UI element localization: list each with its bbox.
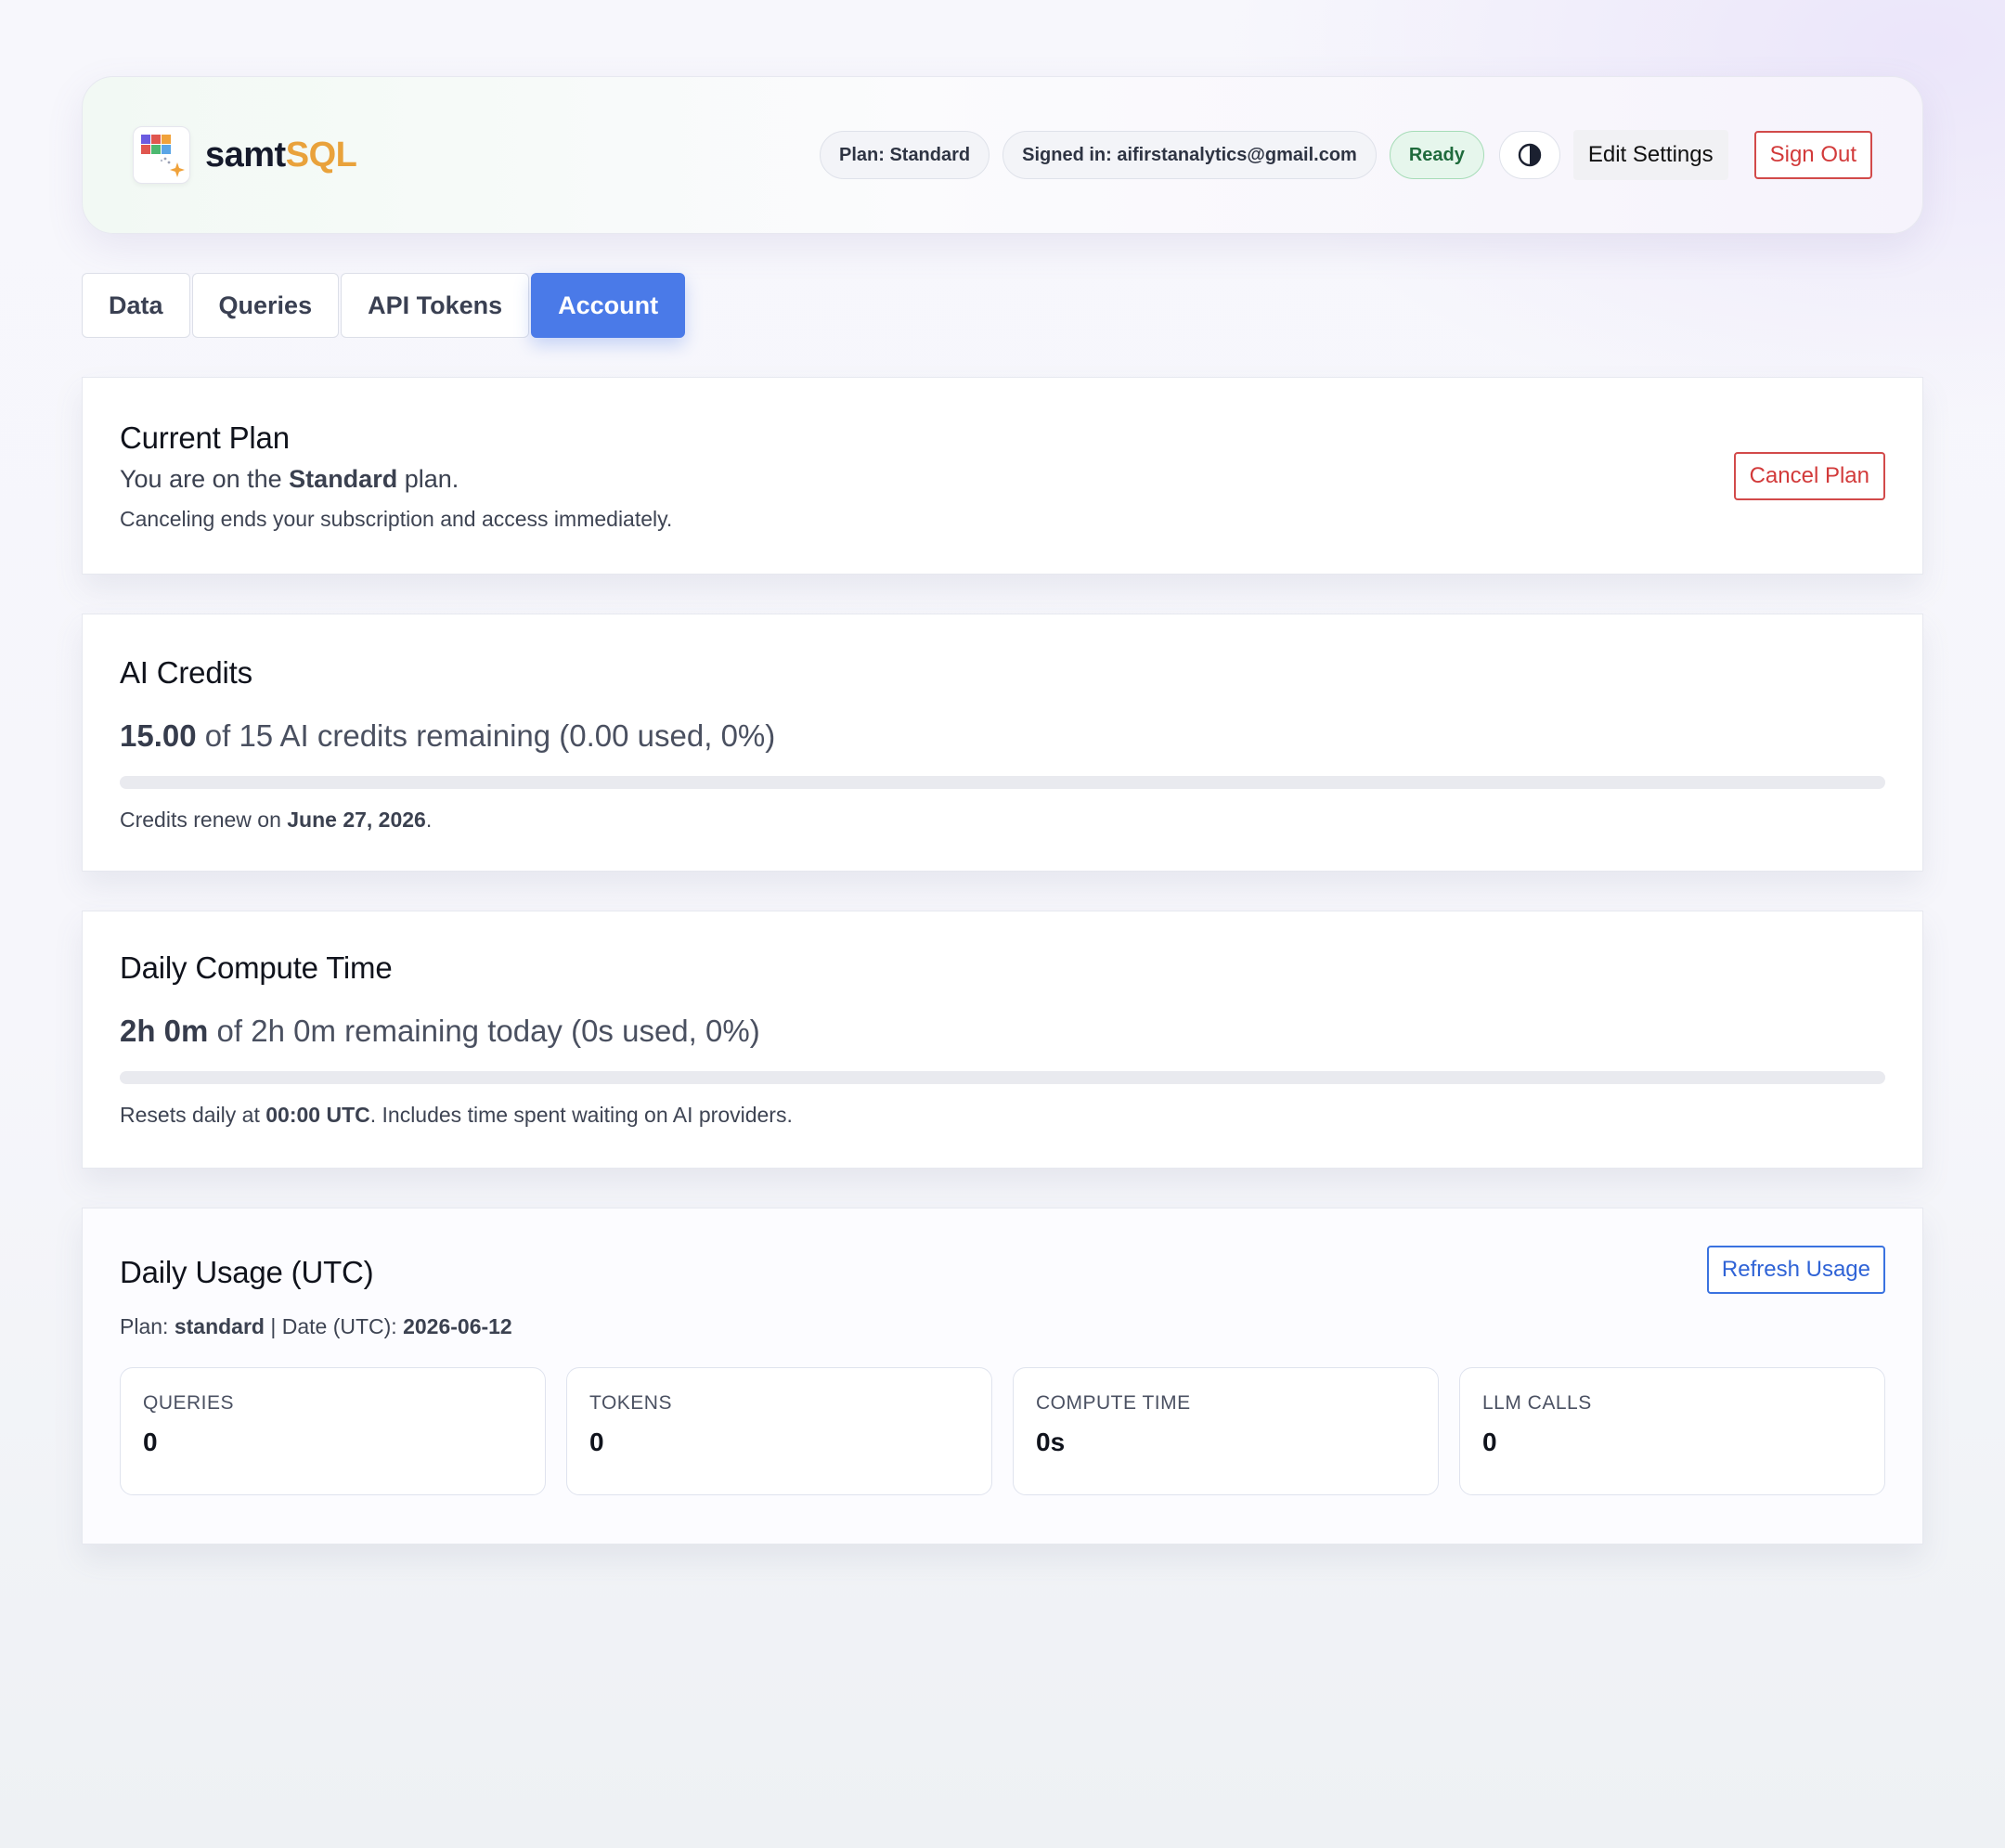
ai-credits-card: AI Credits 15.00 of 15 AI credits remain… [82, 614, 1923, 872]
renew-date: June 27, 2026 [287, 808, 426, 832]
compute-summary: 2h 0m of 2h 0m remaining today (0s used,… [120, 1014, 1885, 1049]
brand-name: samtSQL [205, 135, 357, 175]
app-header: samtSQL Plan: Standard Signed in: aifirs… [82, 76, 1923, 234]
ai-credits-summary: 15.00 of 15 AI credits remaining (0.00 u… [120, 718, 1885, 754]
tab-account[interactable]: Account [531, 273, 686, 338]
compute-progress-bar [120, 1071, 1885, 1084]
stat-label: TOKENS [589, 1392, 672, 1414]
theme-toggle-button[interactable] [1498, 131, 1560, 179]
daily-usage-card: Daily Usage (UTC) Refresh Usage Plan: st… [82, 1208, 1923, 1544]
ai-credits-progress-bar [120, 776, 1885, 789]
renew-prefix: Credits renew on [120, 808, 288, 832]
usage-stats: QUERIES 0 TOKENS 0 COMPUTE TIME 0s LLM C… [120, 1367, 1885, 1495]
ai-credits-title: AI Credits [120, 655, 252, 690]
credits-renew-line: Credits renew on June 27, 2026. [120, 808, 1885, 833]
brand[interactable]: samtSQL [133, 126, 357, 184]
brand-name-part2: SQL [285, 135, 357, 174]
page: samtSQL Plan: Standard Signed in: aifirs… [82, 76, 1923, 1544]
cancel-plan-button[interactable]: Cancel Plan [1733, 452, 1885, 500]
grid-sparkle-logo-icon [133, 126, 190, 184]
usage-date-value: 2026-06-12 [403, 1314, 512, 1338]
ai-credits-summary-text: of 15 AI credits remaining (0.00 used, 0… [196, 718, 776, 753]
compute-remaining: 2h 0m [120, 1014, 209, 1048]
usage-meta: Plan: standard | Date (UTC): 2026-06-12 [120, 1314, 1885, 1339]
stat-label: COMPUTE TIME [1036, 1392, 1191, 1414]
contrast-half-circle-icon [1518, 143, 1542, 167]
usage-date-label: | Date (UTC): [264, 1314, 404, 1338]
stat-label: QUERIES [143, 1392, 235, 1414]
stat-value: 0 [589, 1428, 604, 1456]
stat-value: 0 [1482, 1428, 1497, 1456]
stat-label: LLM CALLS [1482, 1392, 1592, 1414]
stat-value: 0 [143, 1428, 158, 1456]
signed-in-pill: Signed in: aifirstanalytics@gmail.com [1002, 131, 1377, 179]
ai-credits-remaining: 15.00 [120, 718, 197, 753]
plan-line-prefix: You are on the [120, 465, 290, 493]
main-tabs: Data Queries API Tokens Account [82, 273, 1923, 338]
compute-reset-line: Resets daily at 00:00 UTC. Includes time… [120, 1103, 1885, 1128]
stat-tokens: TOKENS 0 [566, 1367, 992, 1495]
usage-plan-label: Plan: [120, 1314, 175, 1338]
status-badge: Ready [1389, 131, 1484, 179]
usage-plan-value: standard [174, 1314, 265, 1338]
renew-suffix: . [425, 808, 433, 832]
reset-time: 00:00 UTC [265, 1103, 370, 1127]
sign-out-button[interactable]: Sign Out [1753, 131, 1872, 179]
current-plan-card: Current Plan You are on the Standard pla… [82, 377, 1923, 575]
stat-llm-calls: LLM CALLS 0 [1459, 1367, 1885, 1495]
current-plan-line: You are on the Standard plan. [120, 465, 1885, 494]
tab-queries[interactable]: Queries [191, 273, 340, 338]
stat-compute-time: COMPUTE TIME 0s [1013, 1367, 1439, 1495]
plan-pill: Plan: Standard [819, 131, 990, 179]
compute-title: Daily Compute Time [120, 950, 393, 985]
daily-compute-card: Daily Compute Time 2h 0m of 2h 0m remain… [82, 911, 1923, 1169]
plan-name: Standard [289, 465, 398, 493]
current-plan-title: Current Plan [120, 420, 290, 455]
tab-data[interactable]: Data [82, 273, 190, 338]
stat-value: 0s [1036, 1428, 1066, 1456]
usage-title: Daily Usage (UTC) [120, 1255, 374, 1289]
edit-settings-button[interactable]: Edit Settings [1572, 130, 1728, 180]
stat-queries: QUERIES 0 [120, 1367, 546, 1495]
plan-line-suffix: plan. [397, 465, 459, 493]
tab-api-tokens[interactable]: API Tokens [341, 273, 530, 338]
cancel-note: Canceling ends your subscription and acc… [120, 507, 673, 531]
header-actions: Plan: Standard Signed in: aifirstanalyti… [819, 130, 1872, 180]
compute-summary-text: of 2h 0m remaining today (0s used, 0%) [208, 1014, 760, 1048]
reset-suffix: . Includes time spent waiting on AI prov… [369, 1103, 793, 1127]
refresh-usage-button[interactable]: Refresh Usage [1706, 1246, 1885, 1294]
reset-prefix: Resets daily at [120, 1103, 266, 1127]
brand-name-part1: samt [205, 135, 286, 174]
